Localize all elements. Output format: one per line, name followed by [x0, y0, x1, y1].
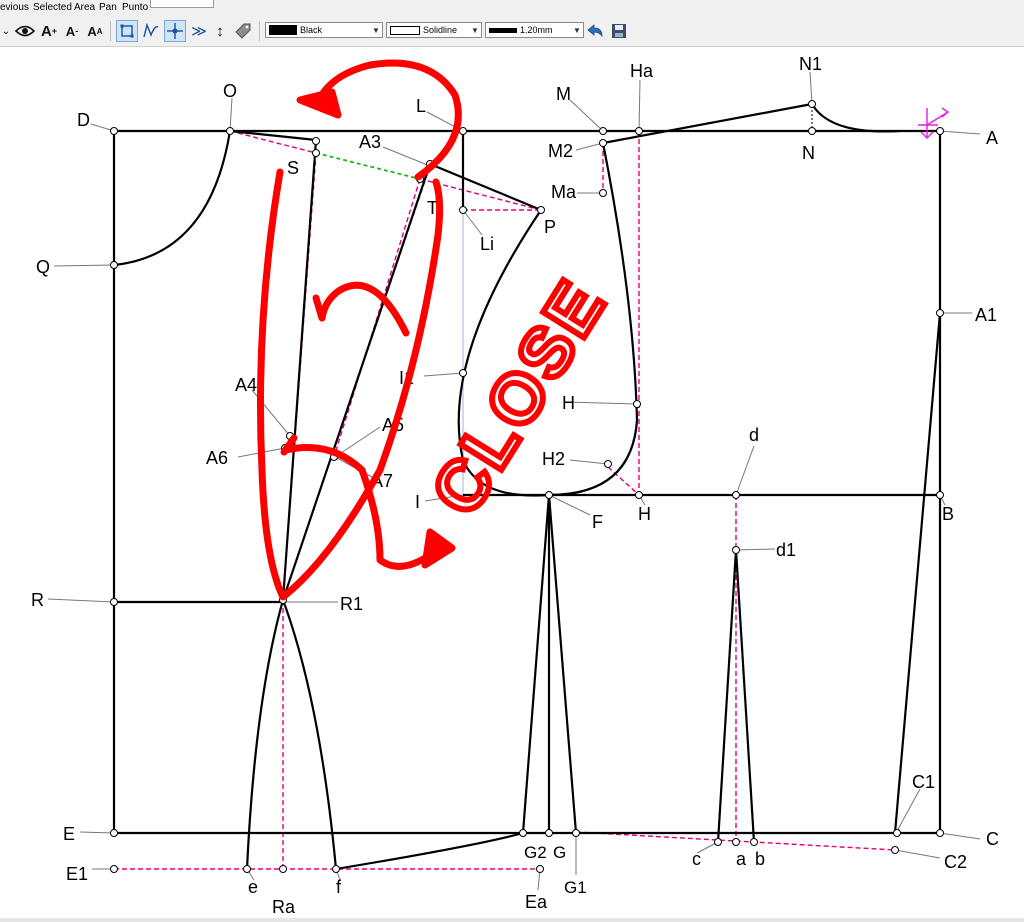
- status-strip: [0, 918, 1024, 922]
- point-markers: [110, 100, 944, 873]
- arrow-head-icon: [296, 88, 342, 119]
- guide-line-green: [315, 152, 421, 180]
- menu-item-punto[interactable]: Punto: [122, 2, 148, 13]
- curve-icon[interactable]: [140, 20, 162, 42]
- guide-lines: [114, 130, 896, 870]
- arrow-curve: [318, 281, 410, 337]
- tag-icon[interactable]: [232, 20, 254, 42]
- color-combo[interactable]: Black ▼: [265, 22, 383, 38]
- point-label: Q: [36, 257, 50, 277]
- point-label: R1: [340, 594, 363, 614]
- point-label: E1: [66, 864, 88, 884]
- fast-forward-icon[interactable]: ≫: [188, 20, 210, 42]
- point-label: N1: [799, 54, 822, 74]
- menu-item-pan[interactable]: Pan: [99, 2, 117, 13]
- point-labels: O L Ha N1 M D A N M2 A3 S Ma T P Li Q A1…: [31, 54, 999, 917]
- point-label: Ea: [525, 892, 548, 912]
- point-label: d1: [776, 540, 796, 560]
- point-label: C: [986, 829, 999, 849]
- point-label: A3: [359, 132, 381, 152]
- point-label: G: [553, 843, 566, 862]
- point-label: D: [77, 110, 90, 130]
- arrow-stroke: [312, 294, 326, 322]
- point-label: e: [248, 877, 258, 897]
- drawing-canvas[interactable]: O L Ha N1 M D A N M2 A3 S Ma T P Li Q A1…: [0, 47, 1024, 918]
- arrow-curve: [314, 59, 462, 181]
- point-label: A6: [206, 448, 228, 468]
- eye-icon[interactable]: [14, 20, 36, 42]
- pattern-drawing: O L Ha N1 M D A N M2 A3 S Ma T P Li Q A1…: [31, 54, 999, 917]
- point-label: c: [692, 849, 701, 869]
- point-label: f: [336, 877, 342, 897]
- crosshair-icon[interactable]: [164, 20, 186, 42]
- snap-marker-icon: [918, 107, 950, 139]
- point-label: a: [736, 849, 747, 869]
- label-leaders: [47, 71, 981, 891]
- line-width-combo[interactable]: 1.20mm ▼: [485, 22, 584, 38]
- pattern-outline: [112, 102, 942, 871]
- save-icon[interactable]: [609, 20, 629, 42]
- color-swatch: [269, 25, 297, 35]
- point-label: A: [986, 128, 998, 148]
- point-label: L: [416, 96, 426, 116]
- line-style-combo-label: Solidline: [423, 25, 458, 35]
- point-label: S: [287, 158, 299, 178]
- point-label: P: [544, 217, 556, 237]
- point-label: O: [223, 81, 237, 101]
- line-style-combo[interactable]: Solidline ▼: [386, 22, 482, 38]
- point-label: M: [556, 84, 571, 104]
- arrow-head-icon: [421, 528, 456, 569]
- menu-bar: evious Selected Area Pan Punto: [0, 0, 1024, 16]
- point-label: N: [802, 143, 815, 163]
- line-width-combo-label: 1.20mm: [520, 25, 553, 35]
- select-node-icon[interactable]: [116, 20, 138, 42]
- point-label: Li: [480, 234, 494, 254]
- point-label: R: [31, 590, 44, 610]
- undo-icon[interactable]: [586, 20, 606, 42]
- point-label: H2: [542, 449, 565, 469]
- point-label: H: [638, 504, 651, 524]
- point-label: C2: [944, 852, 967, 872]
- point-label: C1: [912, 772, 935, 792]
- font-decrease-icon[interactable]: A-: [62, 20, 82, 42]
- point-label: E: [63, 824, 75, 844]
- chevron-down-icon: ▼: [372, 25, 380, 35]
- menu-item-previous[interactable]: evious: [0, 2, 29, 13]
- point-label: A1: [975, 305, 997, 325]
- point-label: G1: [564, 878, 587, 897]
- line-style-swatch: [390, 25, 420, 35]
- toolbar: ⌄ A + A- AA ≫ ↕ Black ▼ Solidline ▼ 1.20…: [0, 16, 1024, 47]
- menu-item-selected[interactable]: Selected: [33, 2, 72, 13]
- line-width-swatch: [489, 27, 517, 33]
- color-combo-label: Black: [300, 25, 323, 35]
- font-style-icon[interactable]: AA: [85, 20, 105, 42]
- font-increase-icon[interactable]: A +: [39, 20, 59, 42]
- point-label: Ra: [272, 897, 296, 917]
- point-label: G2: [524, 843, 547, 862]
- menu-combo[interactable]: [150, 0, 214, 8]
- chevron-down-icon: ▼: [471, 25, 479, 35]
- menu-item-area[interactable]: Area: [74, 2, 95, 13]
- chevron-down-icon: ▼: [573, 25, 581, 35]
- point-label: Ma: [551, 182, 577, 202]
- point-label: B: [942, 504, 954, 524]
- point-label: F: [592, 512, 603, 532]
- point-label: Ha: [630, 61, 654, 81]
- point-label: M2: [548, 141, 573, 161]
- pattern-editor-window: evious Selected Area Pan Punto ⌄ A + A- A…: [0, 0, 1024, 922]
- chevron-down-icon[interactable]: ⌄: [0, 20, 12, 42]
- point-label: b: [755, 849, 765, 869]
- point-label: d: [749, 425, 759, 445]
- vertical-arrows-icon[interactable]: ↕: [210, 20, 230, 42]
- point-label: A4: [235, 375, 257, 395]
- point-label: I: [415, 492, 420, 512]
